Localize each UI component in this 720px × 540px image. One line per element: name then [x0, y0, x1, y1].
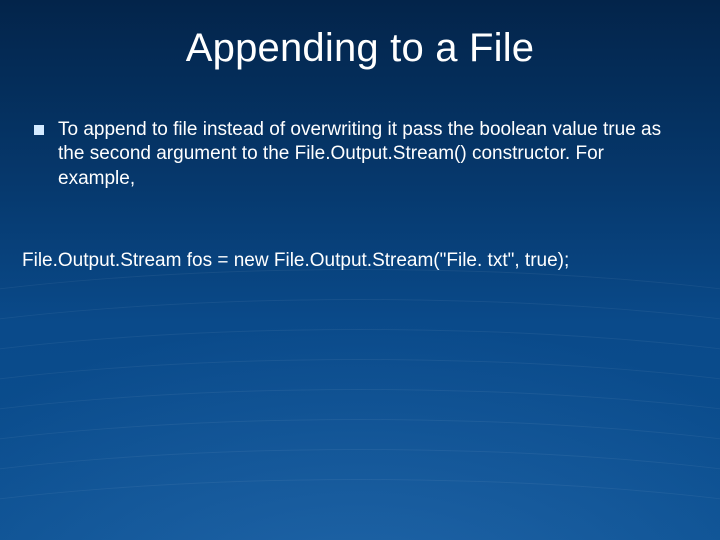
code-example: File.Output.Stream fos = new File.Output…	[22, 250, 698, 272]
slide-body: To append to file instead of overwriting…	[34, 118, 680, 191]
slide-title: Appending to a File	[0, 26, 720, 71]
square-bullet-icon	[34, 125, 44, 135]
slide: Appending to a File To append to file in…	[0, 0, 720, 540]
bullet-item: To append to file instead of overwriting…	[34, 118, 680, 191]
background-arcs	[0, 180, 720, 540]
bullet-text: To append to file instead of overwriting…	[58, 118, 680, 191]
